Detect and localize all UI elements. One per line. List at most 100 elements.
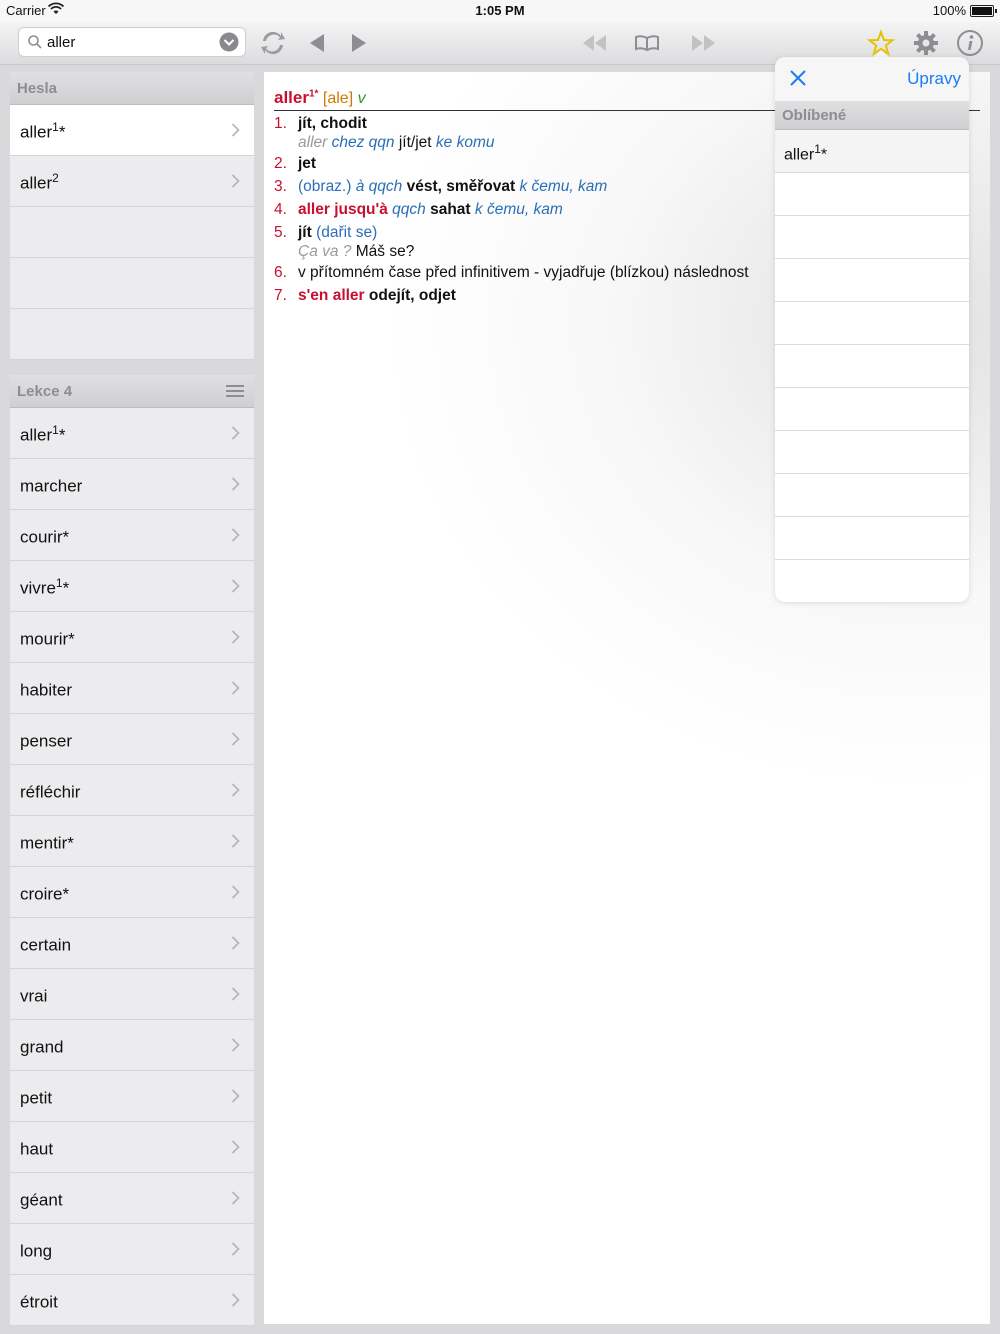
lekce-row-label: penser [20,731,72,751]
lekce-row[interactable]: long [10,1224,254,1275]
lekce-row-label: habiter [20,680,72,700]
chevron-right-icon [231,1089,240,1103]
status-bar: Carrier 1:05 PM 100% [0,0,1000,22]
pronunciation: [ale] [322,90,354,107]
lekce-row-label: long [20,1241,53,1261]
lekce-row[interactable]: certain [10,918,254,969]
lekce-row[interactable]: penser [10,714,254,765]
chevron-right-icon [231,1191,240,1205]
battery-icon [970,5,997,17]
favorite-row [775,388,969,431]
lekce-row[interactable]: vrai [10,969,254,1020]
example: aller chez qqn jít/jet ke komu [298,134,495,151]
lekce-row[interactable]: marcher [10,459,254,510]
rewind-icon[interactable] [579,28,609,58]
menu-icon[interactable] [226,385,244,397]
back-arrow-icon[interactable] [303,28,333,58]
fast-forward-icon[interactable] [689,28,719,58]
battery-percent: 100% [932,3,966,18]
chevron-right-icon [231,579,240,593]
lekce-row[interactable]: vivre1* [10,561,254,612]
lekce-row[interactable]: étroit [10,1275,254,1326]
lekce-row[interactable]: croire* [10,867,254,918]
chevron-right-icon [231,732,240,746]
edit-button[interactable]: Úpravy [907,69,961,89]
chevron-right-icon [231,1038,240,1052]
definition-5: 5. jít (dařit se) Ça va ? Máš se? [274,221,749,261]
chevron-right-icon [231,123,240,137]
lekce-row-label: aller1* [20,423,66,445]
favorites-header: Oblíbené [775,101,969,130]
favorite-row [775,216,969,259]
chevron-right-icon [231,681,240,695]
chevron-right-icon [231,1140,240,1154]
lekce-row-label: croire* [20,884,70,904]
favorite-row [775,560,969,602]
lekce-panel: Lekce 4 aller1* marcher courir* vivre1* mour… [10,375,254,1326]
close-icon[interactable] [788,68,808,88]
lekce-row[interactable]: haut [10,1122,254,1173]
headword: aller1* [274,88,319,107]
definition-2: 2. jet [274,155,317,172]
favorites-title: Oblíbené [782,107,847,124]
hesla-row [10,309,254,360]
definition-7: 7. s'en aller odejít, odjet [274,287,456,304]
search-input[interactable] [47,31,207,53]
chevron-right-icon [231,936,240,950]
popover-toolbar: Úpravy [775,57,969,101]
chevron-right-icon [231,885,240,899]
lekce-row[interactable]: aller1* [10,408,254,459]
favorite-row-label: aller1* [784,142,828,164]
lekce-row-label: étroit [20,1292,58,1312]
hesla-row-label: aller1* [20,120,66,142]
lekce-row[interactable]: mentir* [10,816,254,867]
chevron-right-icon [231,834,240,848]
favorite-row [775,302,969,345]
book-icon[interactable] [632,28,662,58]
sync-icon[interactable] [258,28,288,58]
lekce-row-label: géant [20,1190,63,1210]
favorite-row [775,259,969,302]
favorites-popover: Úpravy Oblíbené aller1* [775,57,969,602]
chevron-down-circle-icon[interactable] [219,32,239,52]
favorite-row [775,345,969,388]
hesla-title: Hesla [17,80,58,97]
lekce-row[interactable]: grand [10,1020,254,1071]
gear-icon[interactable] [911,28,941,58]
favorite-row [775,517,969,560]
lekce-row[interactable]: petit [10,1071,254,1122]
lekce-row[interactable]: réfléchir [10,765,254,816]
favorite-row[interactable]: aller1* [775,130,969,173]
lekce-title: Lekce 4 [17,383,73,400]
chevron-right-icon [231,1293,240,1307]
search-box[interactable] [18,27,246,57]
lekce-row-label: mentir* [20,833,74,853]
forward-arrow-icon[interactable] [343,28,373,58]
lekce-row-label: vrai [20,986,48,1006]
lekce-header: Lekce 4 [10,375,254,408]
chevron-right-icon [231,174,240,188]
hesla-row-label: aller2 [20,171,59,193]
favorite-row [775,474,969,517]
chevron-right-icon [231,783,240,797]
search-icon [28,35,42,49]
lekce-row[interactable]: mourir* [10,612,254,663]
clock: 1:05 PM [475,3,525,18]
info-icon[interactable] [955,28,985,58]
chevron-right-icon [231,477,240,491]
lekce-row-label: réfléchir [20,782,81,802]
definition-1: 1. jít, chodit aller chez qqn jít/jet ke… [274,112,749,152]
lekce-row-label: courir* [20,527,70,547]
lekce-row[interactable]: habiter [10,663,254,714]
chevron-right-icon [231,630,240,644]
lekce-row[interactable]: courir* [10,510,254,561]
hesla-row[interactable]: aller2 [10,156,254,207]
definition-3: 3. (obraz.) à qqch vést, směřovat k čemu… [274,178,608,195]
hesla-row[interactable]: aller1* [10,105,254,156]
example: Ça va ? Máš se? [298,243,415,260]
lekce-row-label: haut [20,1139,54,1159]
lekce-row[interactable]: géant [10,1173,254,1224]
chevron-right-icon [231,1242,240,1256]
part-of-speech: v [357,90,366,107]
lekce-row-label: vivre1* [20,576,70,598]
